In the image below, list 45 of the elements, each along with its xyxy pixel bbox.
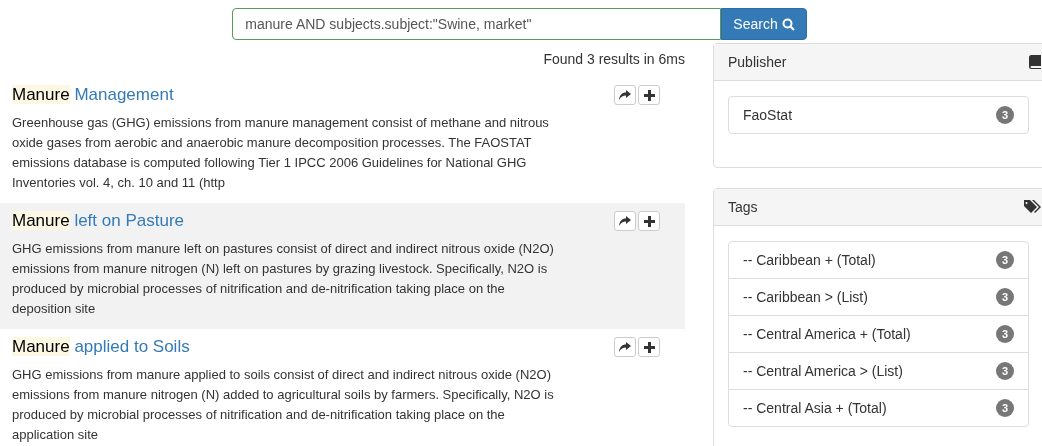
search-button[interactable]: Search — [721, 8, 807, 40]
facet-item[interactable]: -- Central America + (Total) 3 — [729, 315, 1028, 352]
add-button[interactable] — [638, 85, 660, 105]
facet-label: FaoStat — [743, 107, 793, 123]
facet-label: -- Central Asia + (Total) — [743, 400, 887, 416]
share-button[interactable] — [614, 85, 636, 105]
count-badge: 3 — [996, 362, 1014, 380]
add-button[interactable] — [638, 211, 660, 231]
facet-item[interactable]: -- Caribbean + (Total) 3 — [729, 242, 1028, 278]
share-icon — [619, 90, 631, 100]
share-icon — [619, 216, 631, 226]
search-field[interactable]: manure AND subjects.subject:"Swine, market" — [232, 8, 722, 40]
result-title[interactable]: Manure applied to Soils — [12, 337, 190, 357]
results-summary: Found 3 results in 6ms — [543, 50, 685, 69]
book-icon — [1029, 55, 1041, 69]
share-button[interactable] — [614, 211, 636, 231]
result-description: Greenhouse gas (GHG) emissions from manure management consist of methane and nitrous oxide gases from aerobic and anaerobic manure decomposition processes. The FAOSTAT emissions database is computed following Tier 1 IPCC 2006 Guidelines for National GHG Inventories vol. 4, ch. 10 and 11 (http — [12, 114, 550, 192]
facet-item[interactable]: -- Central Asia + (Total) 3 — [729, 389, 1028, 426]
panel-title: Tags — [728, 199, 758, 215]
result-card[interactable] — [0, 203, 685, 329]
plus-icon — [643, 341, 655, 353]
count-badge: 3 — [996, 251, 1014, 269]
result-description: GHG emissions from manure applied to soils consist of direct and indirect nitrous oxide (N2O) emissions from manure nitrogen (N) added to agricultural soils by farmers. Specifically, N2O is produced by microbial processes of nitrification and de-nitrification taking place on the application site — [12, 366, 555, 444]
facet-label: -- Caribbean + (Total) — [743, 252, 876, 268]
result-title[interactable]: Manure Management — [12, 85, 174, 105]
panel-title: Publisher — [728, 54, 787, 70]
plus-icon — [643, 89, 655, 101]
count-badge: 3 — [996, 106, 1014, 124]
plus-icon — [643, 215, 655, 227]
facet-item[interactable]: -- Central America > (List) 3 — [729, 352, 1028, 389]
facet-label: -- Central America > (List) — [743, 363, 903, 379]
result-description: GHG emissions from manure left on pastures consist of direct and indirect nitrous oxide (N2O) emissions from manure nitrogen (N) left on pastures by grazing livestock. Specifically, N2O is produced by microbial processes of nitrification and de-nitrification taking place on the deposition site — [12, 240, 555, 318]
share-icon — [619, 342, 631, 352]
count-badge: 3 — [996, 288, 1014, 306]
search-icon — [781, 17, 795, 31]
share-button[interactable] — [614, 337, 636, 357]
count-badge: 3 — [996, 325, 1014, 343]
facet-item[interactable]: -- Caribbean > (List) 3 — [729, 278, 1028, 315]
facet-item[interactable]: FaoStat 3 — [729, 97, 1028, 133]
tags-icon — [1024, 200, 1041, 214]
facet-label: -- Caribbean > (List) — [743, 289, 868, 305]
facet-label: -- Central America + (Total) — [743, 326, 911, 342]
count-badge: 3 — [996, 399, 1014, 417]
add-button[interactable] — [638, 337, 660, 357]
result-title[interactable]: Manure left on Pasture — [12, 211, 184, 231]
